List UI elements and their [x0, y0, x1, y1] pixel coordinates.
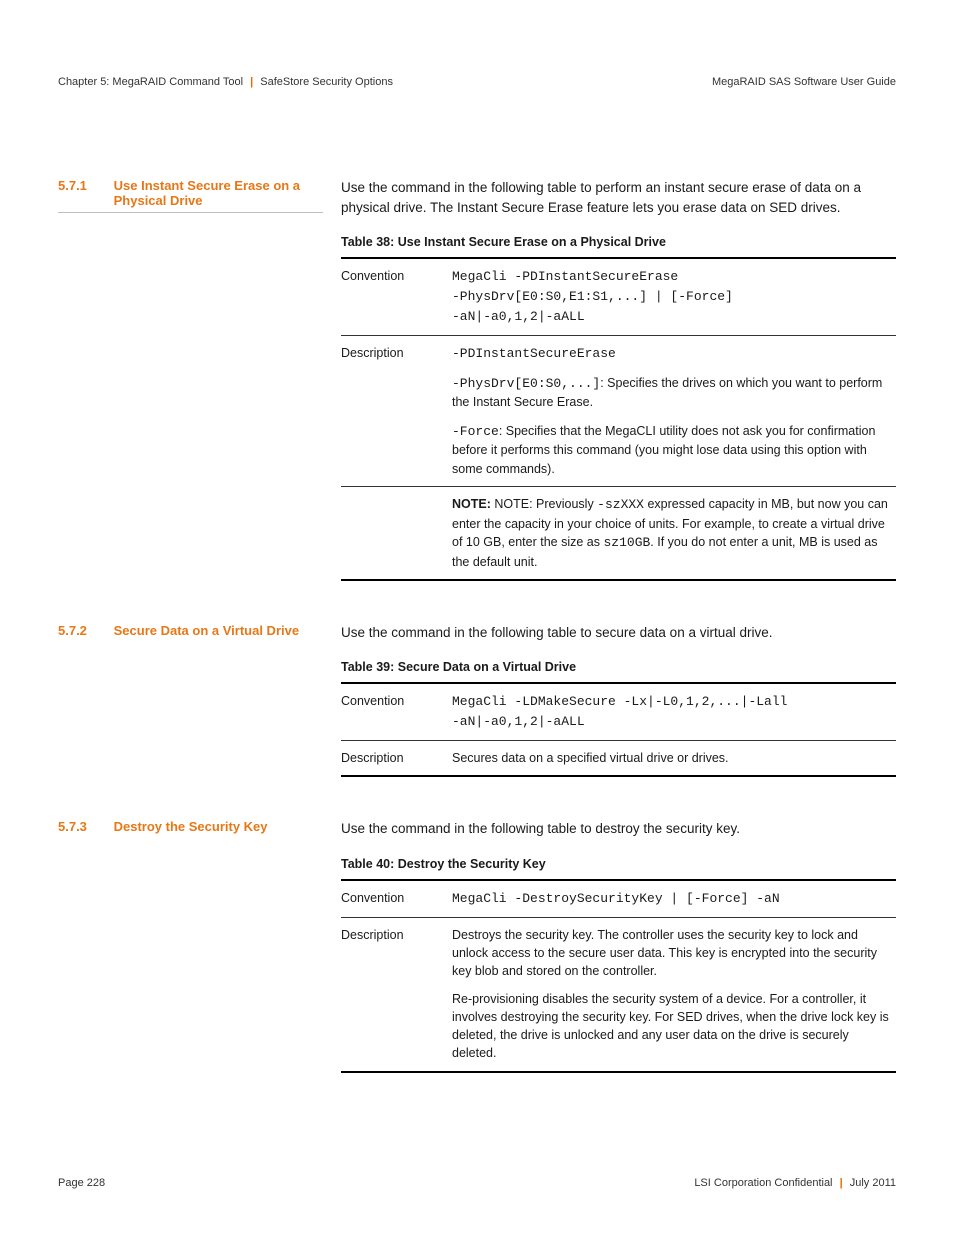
row-label: Convention: [341, 258, 452, 335]
intro-text: Use the command in the following table t…: [341, 819, 896, 839]
table-row: Description Destroys the security key. T…: [341, 917, 896, 1071]
section-heading: 5.7.1 Use Instant Secure Erase on a Phys…: [58, 178, 323, 581]
page-header: Chapter 5: MegaRAID Command Tool | SafeS…: [58, 76, 896, 88]
table-row: Description Secures data on a specified …: [341, 741, 896, 777]
row-value: NOTE: NOTE: Previously -szXXX expressed …: [452, 486, 896, 579]
footer-confidential: LSI Corporation Confidential: [694, 1177, 832, 1189]
table-39: Convention MegaCli -LDMakeSecure -Lx|-L0…: [341, 682, 896, 777]
row-value: MegaCli -LDMakeSecure -Lx|-L0,1,2,...|-L…: [452, 683, 896, 740]
code: -PhysDrv[E0:S0,...]: [452, 376, 600, 391]
table-row: Convention MegaCli -PDInstantSecureErase…: [341, 258, 896, 335]
table-38: Convention MegaCli -PDInstantSecureErase…: [341, 257, 896, 580]
section-heading: 5.7.2 Secure Data on a Virtual Drive: [58, 623, 323, 778]
table-row: Convention MegaCli -LDMakeSecure -Lx|-L0…: [341, 683, 896, 740]
header-right: MegaRAID SAS Software User Guide: [712, 76, 896, 88]
row-label: Description: [341, 741, 452, 777]
footer-date: July 2011: [850, 1177, 896, 1189]
note-text: NOTE: NOTE: Previously -szXXX expressed …: [452, 495, 890, 571]
desc-cmd: -PDInstantSecureErase: [452, 346, 616, 361]
desc-text: -Force: Specifies that the MegaCLI utili…: [452, 422, 890, 478]
section-body: Use the command in the following table t…: [341, 819, 896, 1072]
separator: |: [840, 1177, 843, 1189]
text: NOTE: Previously: [494, 497, 597, 511]
table-row: Description -PDInstantSecureErase -PhysD…: [341, 335, 896, 486]
row-label: [341, 486, 452, 579]
code: -szXXX: [597, 497, 644, 512]
command: MegaCli -PDInstantSecureErase -PhysDrv[E…: [452, 269, 741, 324]
section-571: 5.7.1 Use Instant Secure Erase on a Phys…: [58, 178, 896, 581]
section-572: 5.7.2 Secure Data on a Virtual Drive Use…: [58, 623, 896, 778]
row-value: Secures data on a specified virtual driv…: [452, 741, 896, 777]
header-section: SafeStore Security Options: [260, 76, 393, 88]
separator: |: [250, 76, 253, 88]
page-footer: Page 228 LSI Corporation Confidential | …: [58, 1177, 896, 1189]
page: Chapter 5: MegaRAID Command Tool | SafeS…: [0, 0, 954, 1235]
section-body: Use the command in the following table t…: [341, 178, 896, 581]
section-title: Destroy the Security Key: [114, 819, 319, 834]
command: MegaCli -LDMakeSecure -Lx|-L0,1,2,...|-L…: [452, 694, 795, 729]
section-title: Use Instant Secure Erase on a Physical D…: [114, 178, 319, 208]
note-label: NOTE:: [452, 497, 494, 511]
desc-text: -PhysDrv[E0:S0,...]: Specifies the drive…: [452, 374, 890, 412]
underline: [58, 212, 323, 213]
section-number: 5.7.2: [58, 623, 110, 638]
intro-text: Use the command in the following table t…: [341, 623, 896, 643]
row-value: -PDInstantSecureErase -PhysDrv[E0:S0,...…: [452, 335, 896, 486]
section-number: 5.7.1: [58, 178, 110, 193]
row-label: Convention: [341, 880, 452, 917]
command: MegaCli -DestroySecurityKey | [-Force] -…: [452, 891, 780, 906]
footer-page: Page 228: [58, 1177, 105, 1189]
section-573: 5.7.3 Destroy the Security Key Use the c…: [58, 819, 896, 1072]
code: sz10GB: [603, 535, 650, 550]
table-40: Convention MegaCli -DestroySecurityKey |…: [341, 879, 896, 1073]
table-caption: Table 40: Destroy the Security Key: [341, 855, 896, 873]
code: -Force: [452, 424, 499, 439]
section-title: Secure Data on a Virtual Drive: [114, 623, 319, 638]
row-label: Convention: [341, 683, 452, 740]
table-caption: Table 38: Use Instant Secure Erase on a …: [341, 233, 896, 251]
row-value: MegaCli -PDInstantSecureErase -PhysDrv[E…: [452, 258, 896, 335]
desc-text: Destroys the security key. The controlle…: [452, 926, 890, 980]
row-value: MegaCli -DestroySecurityKey | [-Force] -…: [452, 880, 896, 917]
table-row: NOTE: NOTE: Previously -szXXX expressed …: [341, 486, 896, 579]
header-left: Chapter 5: MegaRAID Command Tool | SafeS…: [58, 76, 393, 88]
desc-text: Re-provisioning disables the security sy…: [452, 990, 890, 1063]
footer-right: LSI Corporation Confidential | July 2011: [694, 1177, 896, 1189]
row-label: Description: [341, 335, 452, 486]
table-row: Convention MegaCli -DestroySecurityKey |…: [341, 880, 896, 917]
section-body: Use the command in the following table t…: [341, 623, 896, 778]
section-heading: 5.7.3 Destroy the Security Key: [58, 819, 323, 1072]
row-value: Destroys the security key. The controlle…: [452, 917, 896, 1071]
section-number: 5.7.3: [58, 819, 110, 834]
table-caption: Table 39: Secure Data on a Virtual Drive: [341, 658, 896, 676]
intro-text: Use the command in the following table t…: [341, 178, 896, 217]
text: : Specifies that the MegaCLI utility doe…: [452, 424, 875, 476]
header-chapter: Chapter 5: MegaRAID Command Tool: [58, 76, 243, 88]
row-label: Description: [341, 917, 452, 1071]
